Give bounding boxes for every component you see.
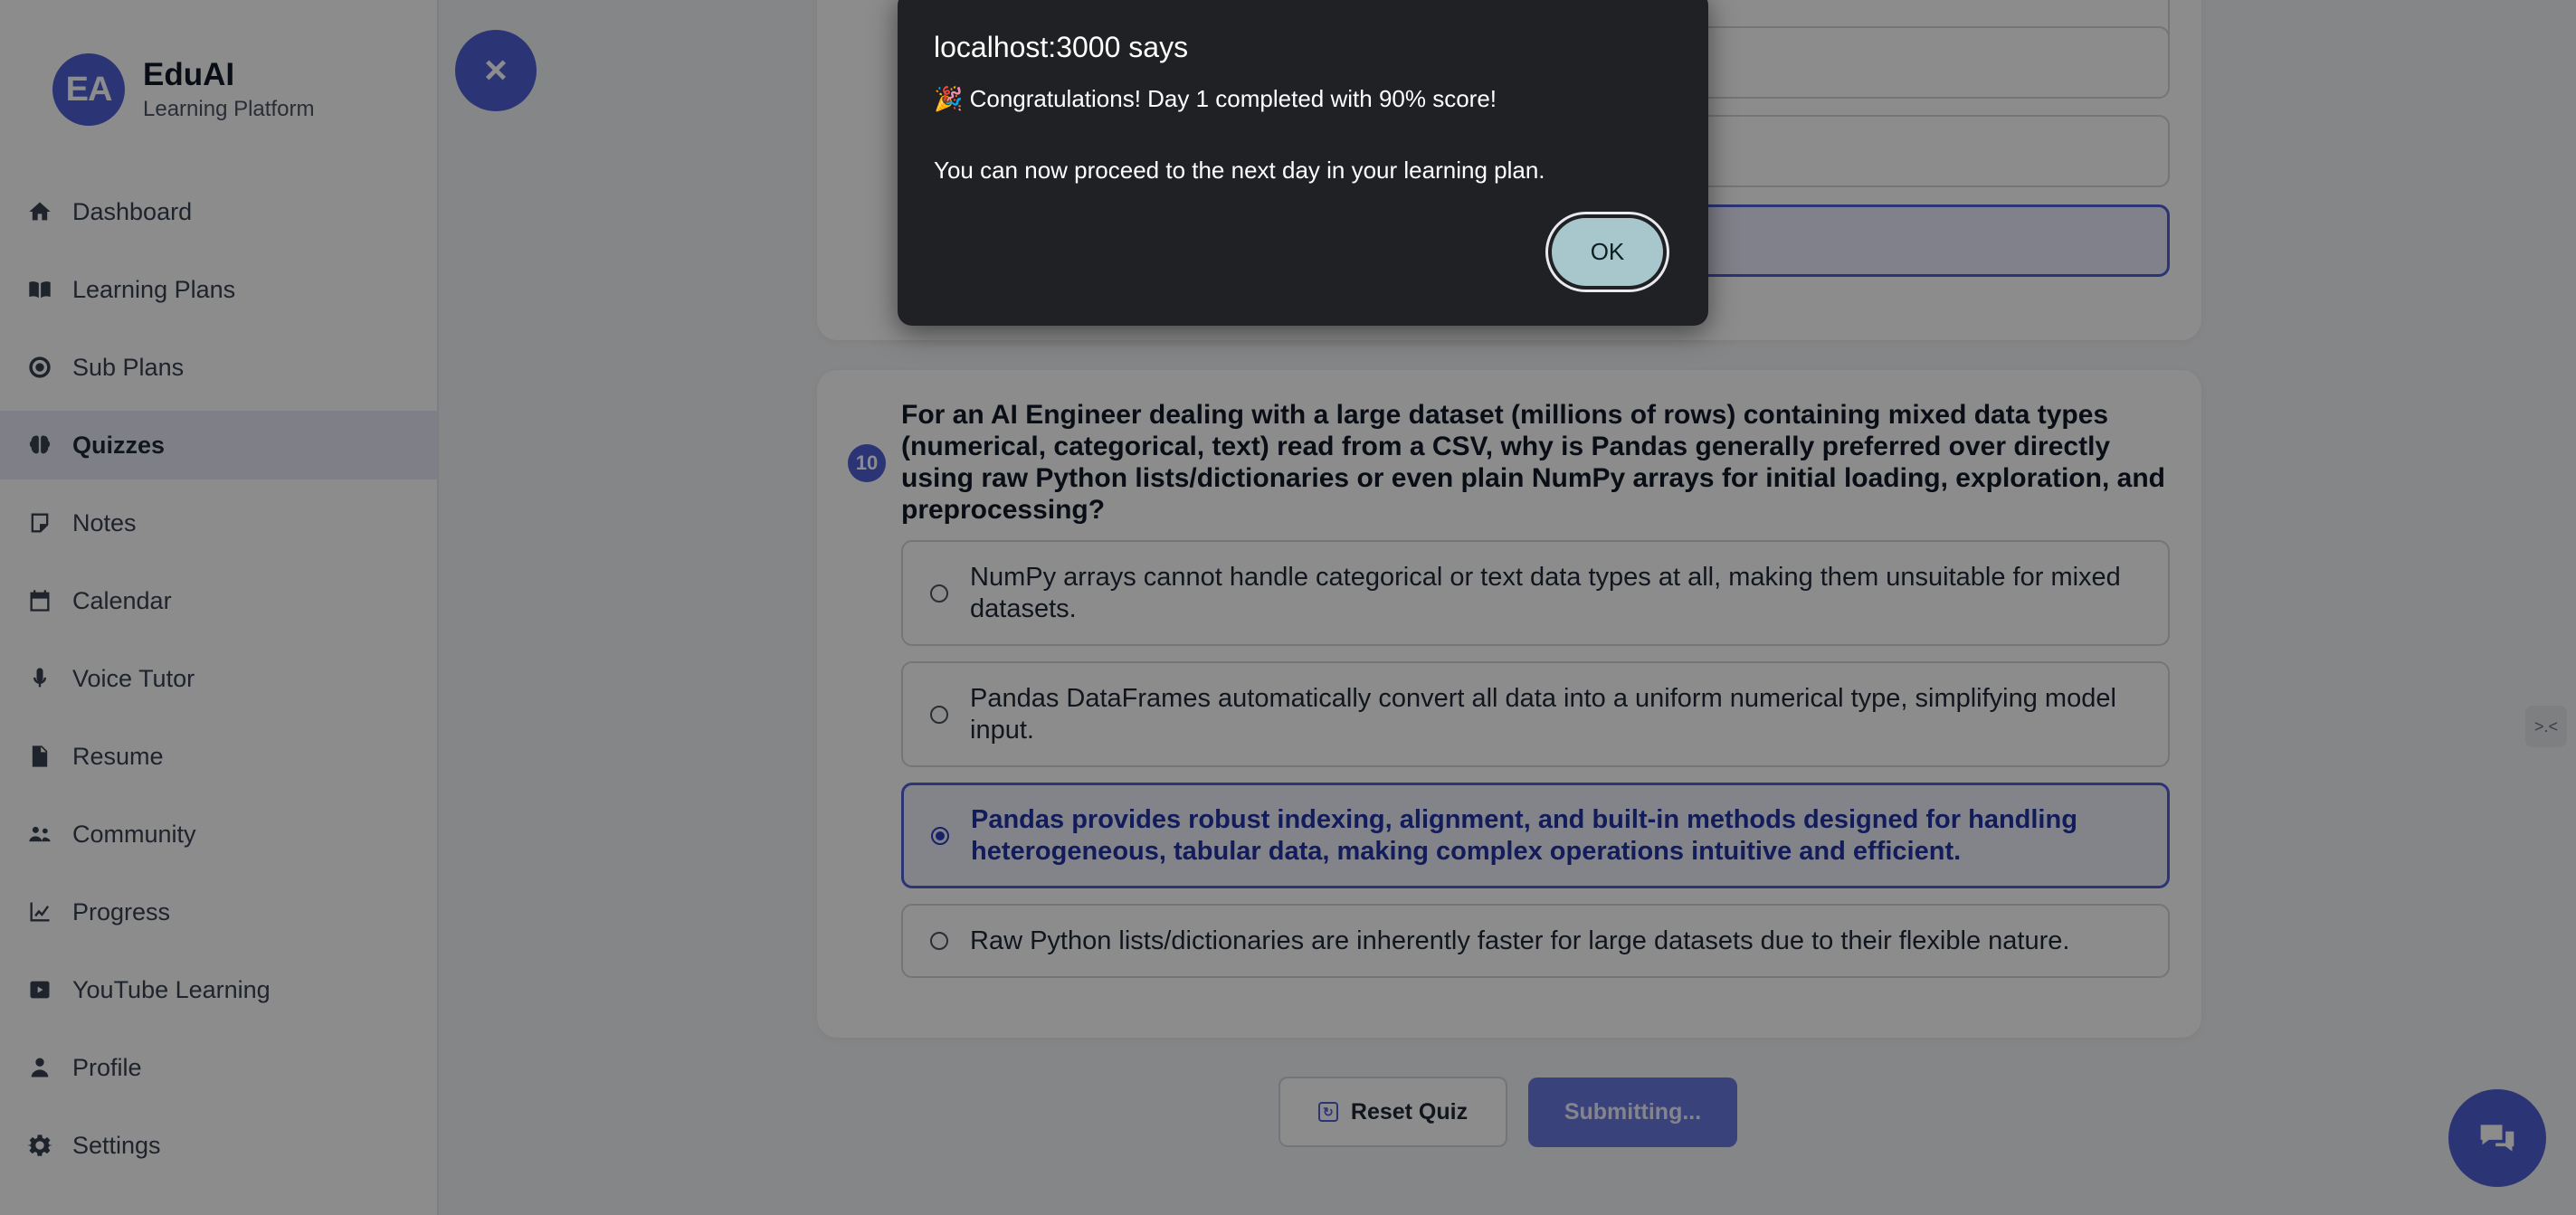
dialog-message: 🎉 Congratulations! Day 1 completed with … bbox=[934, 85, 1497, 112]
alert-dialog: localhost:3000 says 🎉 Congratulations! D… bbox=[898, 0, 1708, 326]
dialog-title: localhost:3000 says bbox=[934, 31, 1189, 63]
ok-button[interactable]: OK bbox=[1552, 218, 1663, 286]
dialog-message-secondary: You can now proceed to the next day in y… bbox=[934, 157, 1545, 184]
ok-label: OK bbox=[1590, 238, 1625, 265]
